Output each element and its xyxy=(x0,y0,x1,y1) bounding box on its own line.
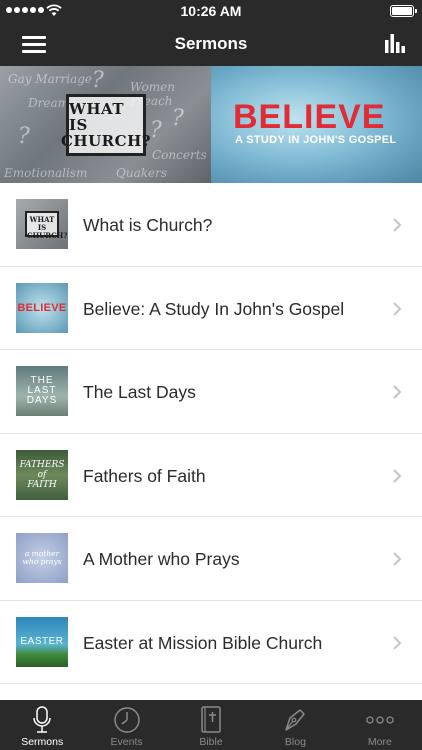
tab-label: Bible xyxy=(199,736,223,748)
believe-banner-subtitle: A STUDY IN JOHN'S GOSPEL xyxy=(235,134,397,146)
tab-label: Blog xyxy=(284,736,306,748)
battery-icon xyxy=(390,5,417,17)
tab-label: Sermons xyxy=(21,736,64,748)
believe-banner[interactable]: BELIEVE A STUDY IN JOHN'S GOSPEL xyxy=(211,66,422,183)
sermon-thumbnail: BELIEVE xyxy=(16,282,68,333)
sermon-thumbnail: a mother who prays xyxy=(16,533,68,583)
sermon-thumbnail: WHAT IS CHURCH? xyxy=(16,199,68,249)
tab-label: Events xyxy=(110,736,143,748)
page-title: Sermons xyxy=(174,34,248,53)
status-time: 10:26 AM xyxy=(180,3,242,19)
believe-banner-title: BELIEVE xyxy=(233,98,386,136)
chevron-right-icon xyxy=(393,218,402,232)
sermon-row-mother-who-prays[interactable]: a mother who prays A Mother who Prays xyxy=(0,517,422,601)
chevron-right-icon xyxy=(393,552,402,566)
sermon-thumbnail: FATHERS of FAITH xyxy=(16,449,68,500)
status-bar: 10:26 AM xyxy=(0,0,422,22)
clock-icon xyxy=(113,707,140,733)
tab-events[interactable]: Events xyxy=(84,700,168,750)
chevron-right-icon xyxy=(393,635,402,650)
featured-banner: Gay Marriage Women Preach Dreams Concert… xyxy=(0,66,422,183)
bible-icon xyxy=(201,706,221,733)
what-is-church-banner[interactable]: Gay Marriage Women Preach Dreams Concert… xyxy=(0,66,211,183)
sermon-row-what-is-church[interactable]: WHAT IS CHURCH? What is Church? xyxy=(0,183,422,267)
what-is-church-logo: WHAT IS CHURCH? xyxy=(61,94,151,156)
navigation-bar: Sermons xyxy=(0,22,422,66)
more-dots-icon xyxy=(366,716,394,724)
tab-more[interactable]: More xyxy=(338,700,422,750)
sermon-list: WHAT IS CHURCH? What is Church? BELIEVE B… xyxy=(0,183,422,684)
question-mark-decoration: ? xyxy=(150,118,162,143)
sermon-title: Believe: A Study In John's Gospel xyxy=(83,298,345,319)
chevron-right-icon xyxy=(393,468,402,483)
banner-scribble: Emotionalism xyxy=(4,166,88,180)
tab-sermons[interactable]: Sermons xyxy=(0,700,84,750)
banner-scribble: Gay Marriage xyxy=(8,72,93,86)
tab-blog[interactable]: Blog xyxy=(253,700,337,750)
sermon-title: What is Church? xyxy=(83,215,213,235)
question-mark-decoration: ? xyxy=(92,68,104,93)
sermon-row-last-days[interactable]: THE LAST DAYS The Last Days xyxy=(0,350,422,434)
sermon-title: Fathers of Faith xyxy=(83,465,206,486)
question-mark-decoration: ? xyxy=(172,106,184,131)
tab-bible[interactable]: Bible xyxy=(169,700,253,750)
sermon-row-fathers-of-faith[interactable]: FATHERS of FAITH Fathers of Faith xyxy=(0,433,422,517)
sermon-title: Easter at Mission Bible Church xyxy=(83,632,323,653)
banner-scribble: Quakers xyxy=(116,166,167,180)
microphone-icon xyxy=(33,706,51,733)
chevron-right-icon xyxy=(393,385,402,399)
sermon-row-believe[interactable]: BELIEVE Believe: A Study In John's Gospe… xyxy=(0,266,422,350)
pen-nib-icon xyxy=(285,709,306,731)
banner-scribble: Concerts xyxy=(152,148,207,162)
sermon-row-easter[interactable]: EASTER Easter at Mission Bible Church xyxy=(0,600,422,684)
tab-bar: Sermons Events Bible Blog More xyxy=(0,700,422,750)
tab-label: More xyxy=(367,736,392,748)
chevron-right-icon xyxy=(393,301,402,316)
sermon-thumbnail: THE LAST DAYS xyxy=(16,366,68,416)
sermon-title: A Mother who Prays xyxy=(83,549,240,569)
bar-chart-icon[interactable] xyxy=(384,32,406,54)
sermon-thumbnail: EASTER xyxy=(16,616,68,667)
sermon-title: The Last Days xyxy=(83,382,196,402)
question-mark-decoration: ? xyxy=(18,124,30,149)
